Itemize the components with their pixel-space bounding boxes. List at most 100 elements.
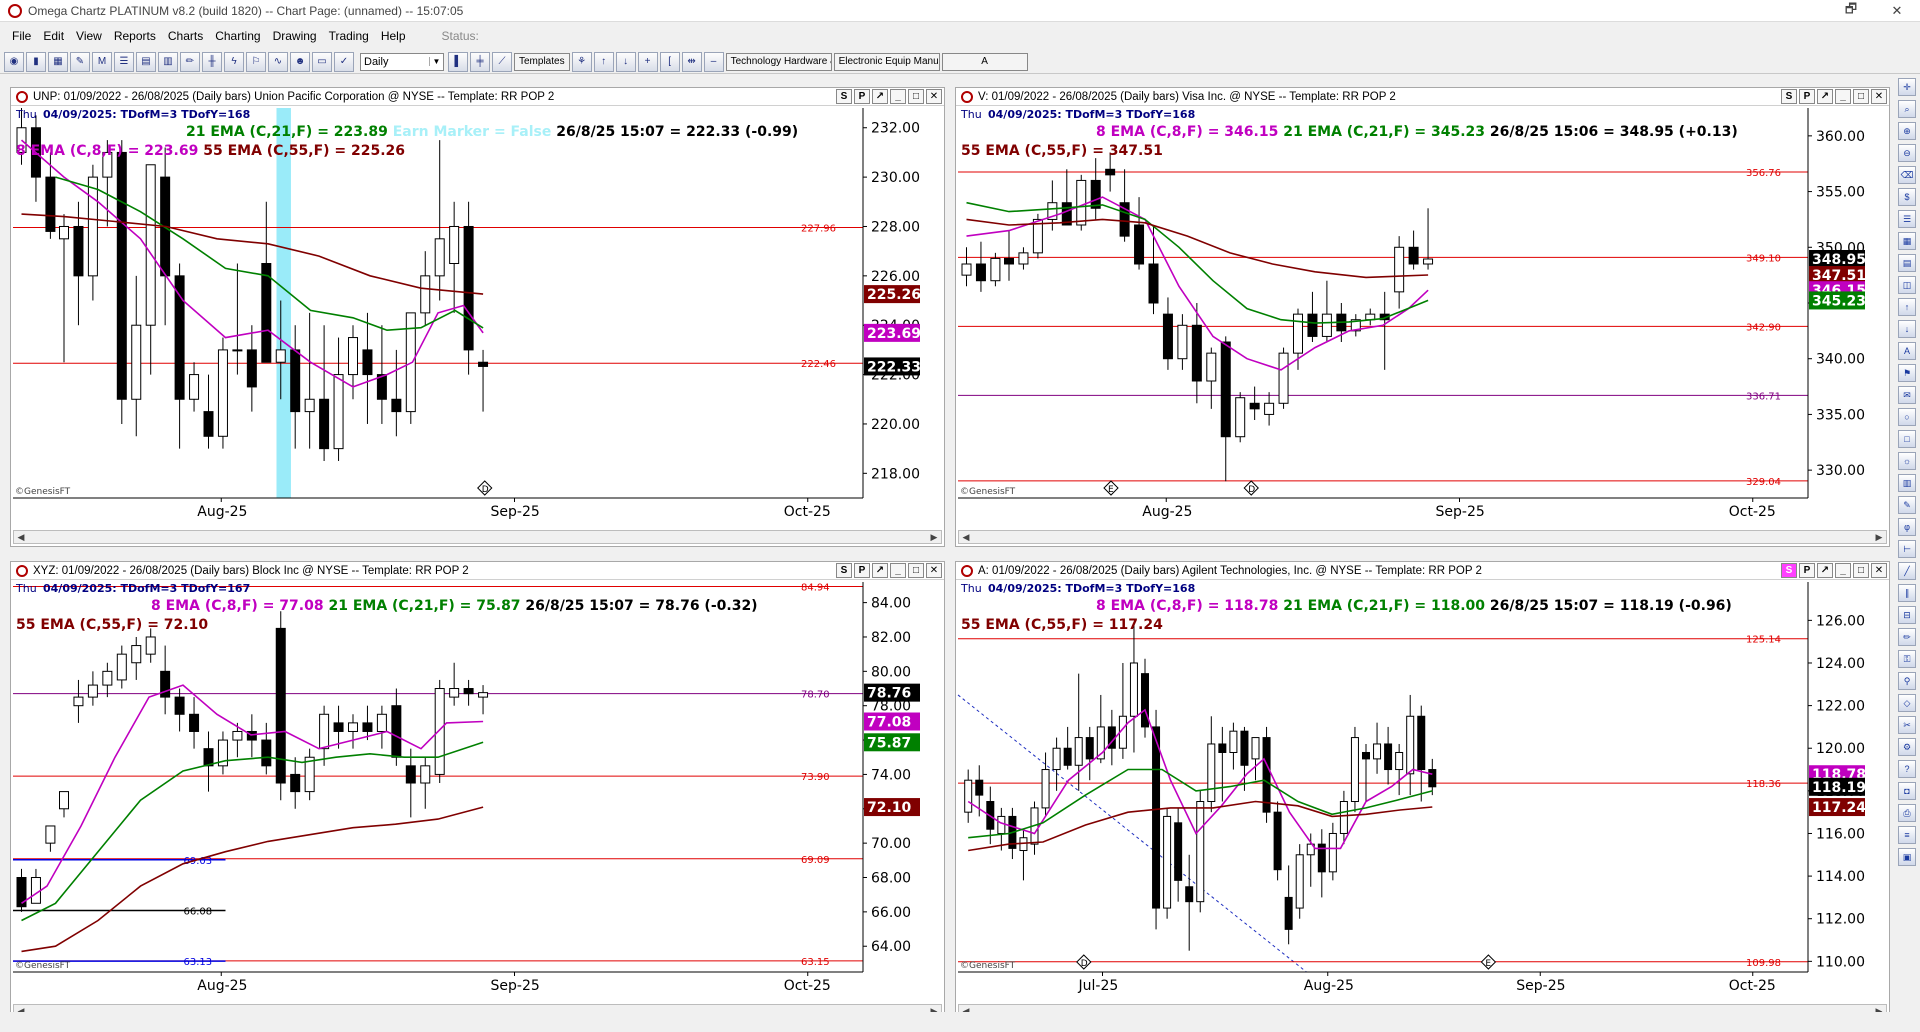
lock-icon[interactable]: ⚿ bbox=[1898, 650, 1916, 668]
chart-window-unp[interactable]: UNP: 01/09/2022 - 26/08/2025 (Daily bars… bbox=[10, 87, 945, 547]
chart-plot[interactable]: 84.9478.7073.9069.0963.1569.0366.0863.13… bbox=[11, 580, 946, 1004]
bolt-icon[interactable]: ϟ bbox=[224, 51, 244, 72]
chart-close-button[interactable]: ✕ bbox=[1871, 563, 1887, 578]
zoom-in-icon[interactable]: ⊕ bbox=[1898, 122, 1916, 140]
channel-icon[interactable]: ⊟ bbox=[1898, 606, 1916, 624]
bracket-icon[interactable]: [ bbox=[659, 51, 680, 72]
chart-s-button[interactable]: S bbox=[1781, 89, 1797, 104]
chart-p-button[interactable]: P bbox=[854, 563, 870, 578]
extra-icon[interactable]: ≡ bbox=[1898, 826, 1916, 844]
camera-icon[interactable]: ◘ bbox=[1898, 782, 1916, 800]
chart-p-button[interactable]: P bbox=[1799, 563, 1815, 578]
chart-popout-button[interactable]: ↗ bbox=[872, 563, 888, 578]
scissors-icon[interactable]: ✂ bbox=[1898, 716, 1916, 734]
arrow-down-icon[interactable]: ↓ bbox=[615, 51, 636, 72]
chart-s-button[interactable]: S bbox=[836, 89, 852, 104]
arrow-up-icon[interactable]: ↑ bbox=[593, 51, 614, 72]
candles-icon[interactable]: ╪ bbox=[470, 51, 490, 72]
letter-button[interactable]: A bbox=[941, 52, 1028, 71]
horizontal-scrollbar[interactable]: ◀ ▶ bbox=[13, 530, 942, 544]
line-chart-icon[interactable]: ⟋ bbox=[492, 51, 512, 72]
help-icon[interactable]: ? bbox=[1898, 760, 1916, 778]
brush-icon[interactable]: ✏ bbox=[1898, 628, 1916, 646]
chart-plot[interactable]: 356.76 349.10 342.90 336.71 329.04 Thu 04/09/2… bbox=[956, 106, 1891, 530]
bar-chart-icon[interactable]: ▌ bbox=[448, 51, 468, 72]
chart-minimize-button[interactable]: _ bbox=[1835, 563, 1851, 578]
menu-drawing[interactable]: Drawing bbox=[267, 29, 323, 43]
settings-icon[interactable]: ⚙ bbox=[1898, 738, 1916, 756]
cross-icon[interactable]: + bbox=[637, 51, 658, 72]
traffic-light-icon[interactable]: ▮ bbox=[26, 51, 46, 72]
menu-charts[interactable]: Charts bbox=[162, 29, 209, 43]
chart-s-button[interactable]: S bbox=[1781, 563, 1797, 578]
chart-maximize-button[interactable]: □ bbox=[1853, 89, 1869, 104]
list-icon[interactable]: ☰ bbox=[1898, 210, 1916, 228]
chart-p-button[interactable]: P bbox=[854, 89, 870, 104]
run-icon[interactable]: ⚐ bbox=[246, 51, 266, 72]
calendar-icon[interactable]: ▦ bbox=[1898, 232, 1916, 250]
scroll-right-icon[interactable]: ▶ bbox=[1872, 531, 1886, 543]
network-icon[interactable]: ⚘ bbox=[571, 51, 592, 72]
magnify-icon[interactable]: ⌕ bbox=[1898, 100, 1916, 118]
table-icon[interactable]: ▤ bbox=[136, 51, 156, 72]
bars-icon[interactable]: ▥ bbox=[1898, 474, 1916, 492]
chart-maximize-button[interactable]: □ bbox=[908, 563, 924, 578]
industry-button[interactable]: Electronic Equip Manu bbox=[833, 52, 940, 71]
close-button[interactable]: ✕ bbox=[1874, 0, 1920, 22]
menu-trading[interactable]: Trading bbox=[323, 29, 375, 43]
m-icon[interactable]: M bbox=[92, 51, 112, 72]
a-text-icon[interactable]: A bbox=[1898, 342, 1916, 360]
line-icon[interactable]: ╱ bbox=[1898, 562, 1916, 580]
ladder-icon[interactable]: ╫ bbox=[202, 51, 222, 72]
chart-window-a[interactable]: A: 01/09/2022 - 26/08/2025 (Daily bars) … bbox=[955, 561, 1890, 1021]
chart-s-button[interactable]: S bbox=[836, 563, 852, 578]
scroll-left-icon[interactable]: ◀ bbox=[14, 531, 28, 543]
grid-icon[interactable]: ▦ bbox=[48, 51, 68, 72]
restore-button[interactable]: 🗗 bbox=[1828, 0, 1874, 22]
eraser-icon[interactable]: ⌫ bbox=[1898, 166, 1916, 184]
chart-minimize-button[interactable]: _ bbox=[890, 89, 906, 104]
wave-icon[interactable]: ∿ bbox=[268, 51, 288, 72]
chat-icon[interactable]: ☻ bbox=[290, 51, 310, 72]
pin-icon[interactable]: ⚲ bbox=[1898, 672, 1916, 690]
list-icon[interactable]: ☰ bbox=[114, 51, 134, 72]
period-select[interactable]: Daily ▼ bbox=[360, 52, 444, 71]
arrow-up-icon[interactable]: ↑ bbox=[1898, 298, 1916, 316]
fib-icon[interactable]: φ bbox=[1898, 518, 1916, 536]
menu-reports[interactable]: Reports bbox=[108, 29, 162, 43]
chart-window-xyz[interactable]: XYZ: 01/09/2022 - 26/08/2025 (Daily bars… bbox=[10, 561, 945, 1021]
shape-icon[interactable]: ◇ bbox=[1898, 694, 1916, 712]
chart-close-button[interactable]: ✕ bbox=[1871, 89, 1887, 104]
horizontal-scrollbar[interactable]: ◀ ▶ bbox=[958, 530, 1887, 544]
chart-p-button[interactable]: P bbox=[1799, 89, 1815, 104]
menu-charting[interactable]: Charting bbox=[209, 29, 266, 43]
ruler-icon[interactable]: ⊢ bbox=[1898, 540, 1916, 558]
note-icon[interactable]: ✉ bbox=[1898, 386, 1916, 404]
chart-minimize-button[interactable]: _ bbox=[1835, 89, 1851, 104]
flag-icon[interactable]: ⚑ bbox=[1898, 364, 1916, 382]
circle-icon[interactable]: ○ bbox=[1898, 408, 1916, 426]
scroll-left-icon[interactable]: ◀ bbox=[959, 531, 973, 543]
chart-close-button[interactable]: ✕ bbox=[926, 89, 942, 104]
dollar-icon[interactable]: $ bbox=[1898, 188, 1916, 206]
layers-icon[interactable]: ◫ bbox=[1898, 276, 1916, 294]
chart-minimize-button[interactable]: _ bbox=[890, 563, 906, 578]
end-icon[interactable]: ▣ bbox=[1898, 848, 1916, 866]
cross-tool-icon[interactable]: ✛ bbox=[1898, 78, 1916, 96]
print-icon[interactable]: ⎙ bbox=[1898, 804, 1916, 822]
chart-window-v[interactable]: V: 01/09/2022 - 26/08/2025 (Daily bars) … bbox=[955, 87, 1890, 547]
pen-icon[interactable]: ✎ bbox=[1898, 496, 1916, 514]
menu-view[interactable]: View bbox=[70, 29, 108, 43]
sector-button[interactable]: Technology Hardware & bbox=[725, 52, 832, 71]
grid-icon[interactable]: ▤ bbox=[1898, 254, 1916, 272]
menu-edit[interactable]: Edit bbox=[37, 29, 70, 43]
zoom-out-icon[interactable]: ⊖ bbox=[1898, 144, 1916, 162]
dash-icon[interactable]: – bbox=[703, 51, 724, 72]
pencil-icon[interactable]: ✏ bbox=[180, 51, 200, 72]
chart-popout-button[interactable]: ↗ bbox=[1817, 89, 1833, 104]
chart-close-button[interactable]: ✕ bbox=[926, 563, 942, 578]
chart-maximize-button[interactable]: □ bbox=[908, 89, 924, 104]
vote-icon[interactable]: ✓ bbox=[334, 51, 354, 72]
chart-plot[interactable]: 125.14 118.36 109.98 Thu 04/09/2025: TDofM=3… bbox=[956, 580, 1891, 1004]
chart-popout-button[interactable]: ↗ bbox=[872, 89, 888, 104]
